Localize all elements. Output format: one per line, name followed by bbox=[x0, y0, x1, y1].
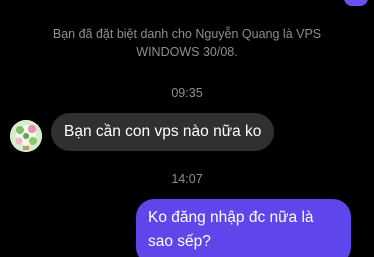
timestamp: 09:35 bbox=[171, 86, 203, 100]
chat-screen: Bạn đã đặt biệt danh cho Nguyễn Quang là… bbox=[0, 0, 374, 257]
outgoing-message-bubble[interactable]: Ko đăng nhập đc nữa là sao sếp? bbox=[136, 199, 351, 257]
incoming-message-bubble[interactable]: Bạn cần con vps nào nữa ko bbox=[51, 113, 275, 151]
contact-avatar[interactable] bbox=[10, 120, 42, 152]
avatar-image bbox=[10, 120, 42, 152]
timestamp: 14:07 bbox=[171, 172, 203, 186]
previous-message-bubble[interactable] bbox=[344, 0, 368, 6]
nickname-system-notice: Bạn đã đặt biệt danh cho Nguyễn Quang là… bbox=[52, 27, 322, 59]
